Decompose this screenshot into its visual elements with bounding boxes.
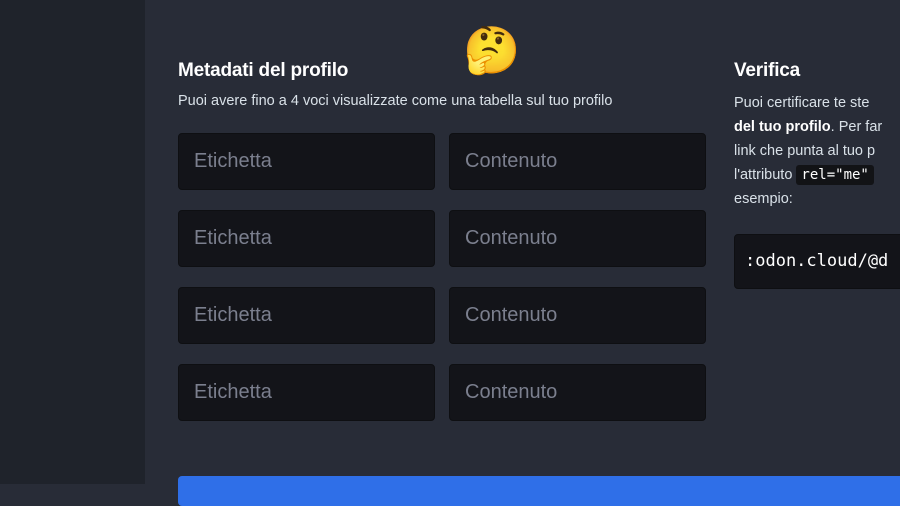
- verification-hint-line: esempio:: [734, 191, 793, 207]
- profile-metadata-title: Metadati del profilo: [178, 60, 349, 81]
- verification-hint-line: l'attributo rel="me": [734, 163, 900, 187]
- verification-hint: Puoi certificare te ste del tuo profilo.…: [734, 91, 900, 211]
- metadata-label-input-3[interactable]: [178, 287, 435, 344]
- verification-hint-text: . Per far: [830, 119, 883, 135]
- verification-hint-line: del tuo profilo. Per far: [734, 115, 900, 139]
- metadata-label-input-1[interactable]: [178, 133, 435, 190]
- metadata-content-input-3[interactable]: [449, 287, 706, 344]
- metadata-label-input-4[interactable]: [178, 364, 435, 421]
- metadata-content-input-4[interactable]: [449, 364, 706, 421]
- sidebar: [0, 0, 145, 484]
- rel-me-code: rel="me": [796, 165, 874, 185]
- metadata-content-input-1[interactable]: [449, 133, 706, 190]
- verification-hint-line: Puoi certificare te ste: [734, 95, 870, 111]
- metadata-content-input-2[interactable]: [449, 210, 706, 267]
- verification-hint-bold: del tuo profilo: [734, 119, 831, 135]
- save-button[interactable]: [178, 476, 900, 506]
- verification-hint-line: link che punta al tuo p: [734, 143, 876, 159]
- verification-link-field[interactable]: :odon.cloud/@d: [734, 234, 900, 289]
- metadata-label-input-2[interactable]: [178, 210, 435, 267]
- profile-metadata-hint: Puoi avere fino a 4 voci visualizzate co…: [178, 93, 613, 109]
- thinking-emoji-icon: 🤔: [463, 23, 521, 77]
- verification-title: Verifica: [734, 60, 801, 81]
- verification-hint-text: l'attributo: [734, 167, 793, 183]
